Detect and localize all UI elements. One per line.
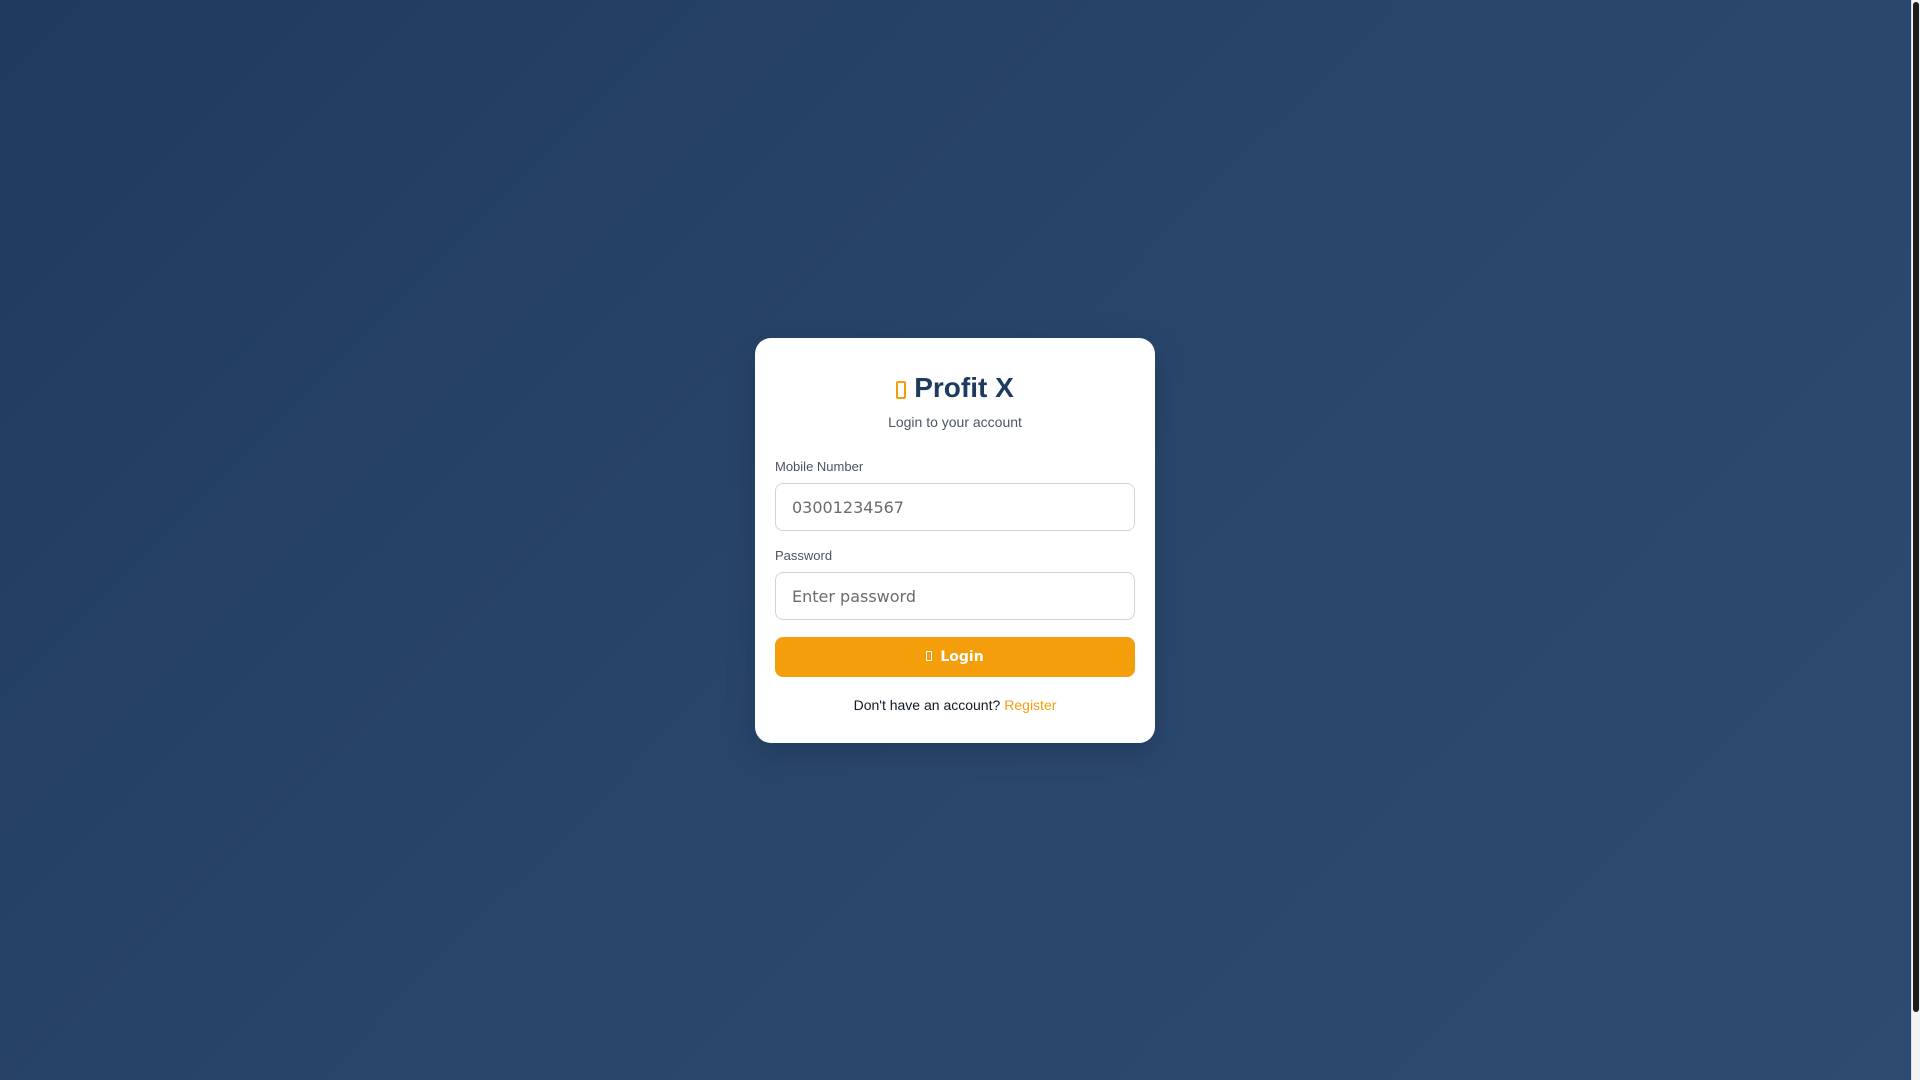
register-link[interactable]: Register [1004,697,1056,713]
scrollbar-thumb[interactable] [1913,2,1919,1012]
login-subtitle: Login to your account [888,414,1022,430]
password-label: Password [775,548,833,563]
mobile-number-label: Mobile Number [775,459,864,474]
password-input[interactable] [775,572,1135,620]
brand-icon [896,381,907,399]
mobile-number-input[interactable] [775,483,1135,531]
register-prompt: Don't have an account? Register [775,696,1135,714]
login-card: Profit X Login to your account Mobile Nu… [755,338,1155,743]
login-icon [926,651,933,661]
login-button[interactable]: Login [775,637,1135,677]
page-scrollbar[interactable] [1911,0,1920,1080]
brand-title-text: Profit X [914,372,1014,403]
login-button-label: Login [940,649,984,665]
brand-title: Profit X [775,372,1135,404]
register-prompt-text: Don't have an account? [853,697,1001,713]
